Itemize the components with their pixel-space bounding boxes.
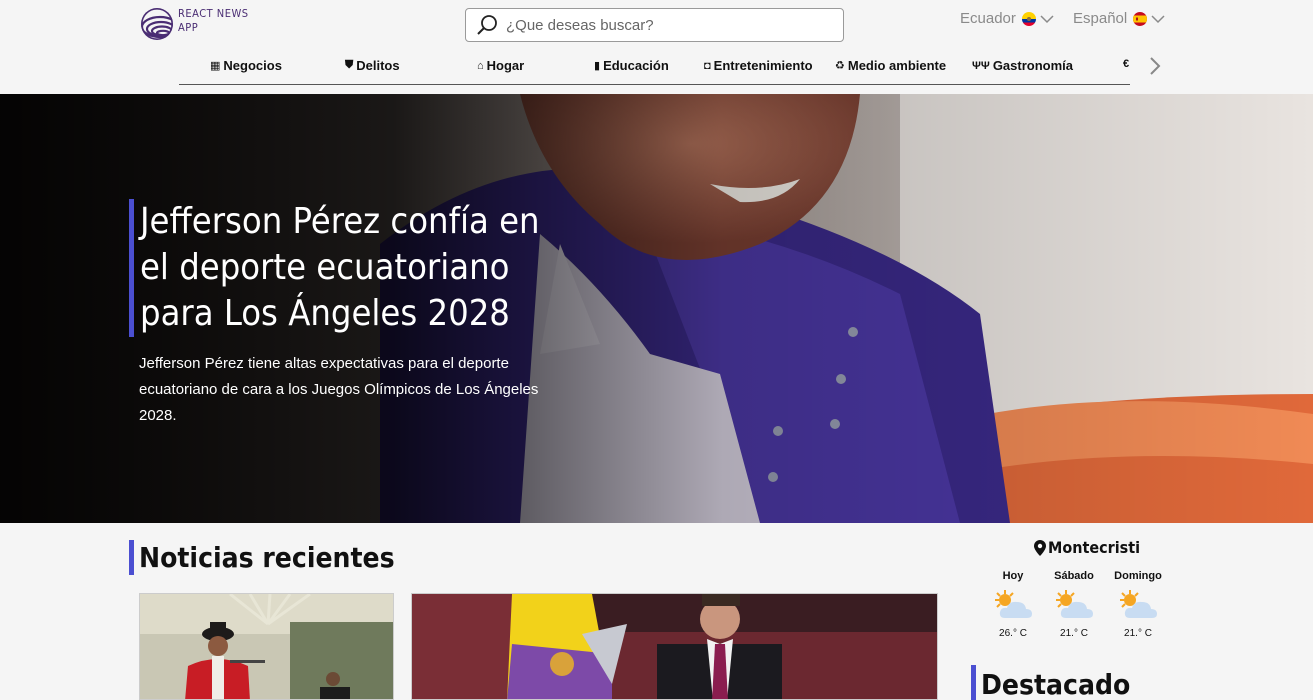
logo-globe-icon (141, 8, 173, 40)
category-nav: ▦ Negocios ⛊ Delitos ⌂ Hogar ▮ Educación ◘ En… (179, 52, 1130, 85)
building-icon: ▦ (210, 60, 221, 72)
weather-temp: 21.° C (1124, 628, 1152, 639)
weather-day: Hoy 26.° C (983, 570, 1043, 639)
site-header: REACT NEWS APP Ecuador Español ▦Negocios… (0, 0, 1313, 94)
utensils-icon: ΨΨ (972, 59, 990, 72)
chevron-right-icon[interactable] (1146, 55, 1164, 77)
hero-text: Jefferson Pérez confía en el deporte ecu… (129, 199, 569, 429)
news-card-image (140, 594, 393, 699)
gamepad-icon: ◘ (704, 59, 711, 72)
weather-day: Sábado 21.° C (1044, 570, 1104, 639)
weather-day-name: Hoy (1002, 570, 1024, 582)
map-pin-icon (1034, 539, 1046, 556)
language-label: Español (1073, 10, 1128, 27)
nav-item-negocios[interactable]: ▦ Negocios (210, 58, 282, 73)
book-icon: ▮ (594, 60, 601, 72)
recycle-icon: ♻ (835, 60, 845, 72)
country-label: Ecuador (960, 10, 1016, 27)
language-selector[interactable]: Español (1073, 10, 1165, 27)
nav-item-medio-ambiente[interactable]: ♻ Medio ambiente (835, 58, 946, 73)
partly-cloudy-icon (1120, 590, 1157, 618)
news-card-image (412, 594, 937, 699)
ecuador-flag-icon (1021, 11, 1036, 26)
nav-item-delitos[interactable]: ⛊ Delitos (345, 58, 400, 73)
search-box[interactable] (465, 8, 844, 42)
hero-subtitle: Jefferson Pérez tiene altas expectativas… (139, 355, 539, 424)
nav-item-entretenimiento[interactable]: ◘ Entretenimiento (704, 58, 813, 73)
chevron-down-icon (1040, 14, 1054, 23)
partly-cloudy-icon (995, 590, 1032, 618)
hero-banner[interactable]: Jefferson Pérez confía en el deporte ecu… (0, 94, 1313, 523)
nav-item-partial[interactable]: € (1123, 58, 1130, 70)
nav-item-gastronomia[interactable]: ΨΨ Gastronomía (972, 58, 1073, 73)
spain-flag-icon (1133, 11, 1148, 26)
logo-text: REACT NEWS APP (178, 7, 249, 34)
partly-cloudy-icon (1056, 590, 1093, 618)
search-icon (477, 15, 497, 35)
news-card[interactable] (411, 593, 938, 700)
chevron-down-icon (1151, 14, 1165, 23)
nav-item-hogar[interactable]: ⌂ Hogar (477, 58, 524, 73)
weather-temp: 21.° C (1060, 628, 1088, 639)
weather-temp: 26.° C (999, 628, 1027, 639)
search-input[interactable] (506, 16, 826, 34)
country-selector[interactable]: Ecuador (960, 10, 1054, 27)
home-icon: ⌂ (477, 59, 484, 72)
weather-day-name: Sábado (1054, 570, 1094, 582)
weather-day-name: Domingo (1114, 570, 1162, 582)
hero-title[interactable]: Jefferson Pérez confía en el deporte ecu… (129, 199, 569, 337)
badge-icon: ⛊ (345, 59, 354, 71)
weather-day: Domingo 21.° C (1108, 570, 1168, 639)
featured-heading: Destacado (971, 665, 1130, 700)
recent-news-heading: Noticias recientes (129, 540, 395, 575)
nav-item-educacion[interactable]: ▮ Educación (594, 58, 669, 73)
coin-icon: € (1123, 58, 1130, 70)
news-card[interactable] (139, 593, 394, 700)
logo[interactable]: REACT NEWS APP (140, 7, 249, 41)
weather-location: Montecristi (1034, 538, 1140, 557)
